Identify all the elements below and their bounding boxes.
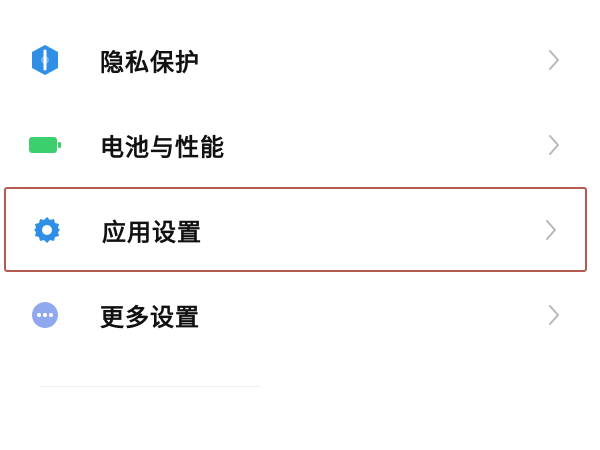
chevron-right-icon	[544, 48, 564, 72]
battery-icon	[28, 128, 62, 162]
settings-item-label: 更多设置	[100, 303, 200, 331]
privacy-shield-icon	[28, 43, 62, 77]
settings-item-privacy[interactable]: 隐私保护	[0, 17, 600, 102]
divider	[40, 386, 260, 387]
settings-item-app-settings[interactable]: 应用设置	[4, 187, 587, 272]
settings-item-label: 应用设置	[102, 218, 202, 246]
chevron-right-icon	[541, 218, 561, 242]
settings-item-battery[interactable]: 电池与性能	[0, 102, 600, 187]
gear-icon	[30, 213, 64, 247]
more-dots-icon	[28, 298, 62, 332]
settings-item-label: 电池与性能	[100, 133, 225, 161]
settings-item-label: 隐私保护	[100, 48, 200, 76]
chevron-right-icon	[544, 133, 564, 157]
chevron-right-icon	[544, 303, 564, 327]
settings-item-more-settings[interactable]: 更多设置	[0, 272, 600, 357]
settings-list: 隐私保护 电池与性能 应用设置 更多设置	[0, 17, 600, 357]
